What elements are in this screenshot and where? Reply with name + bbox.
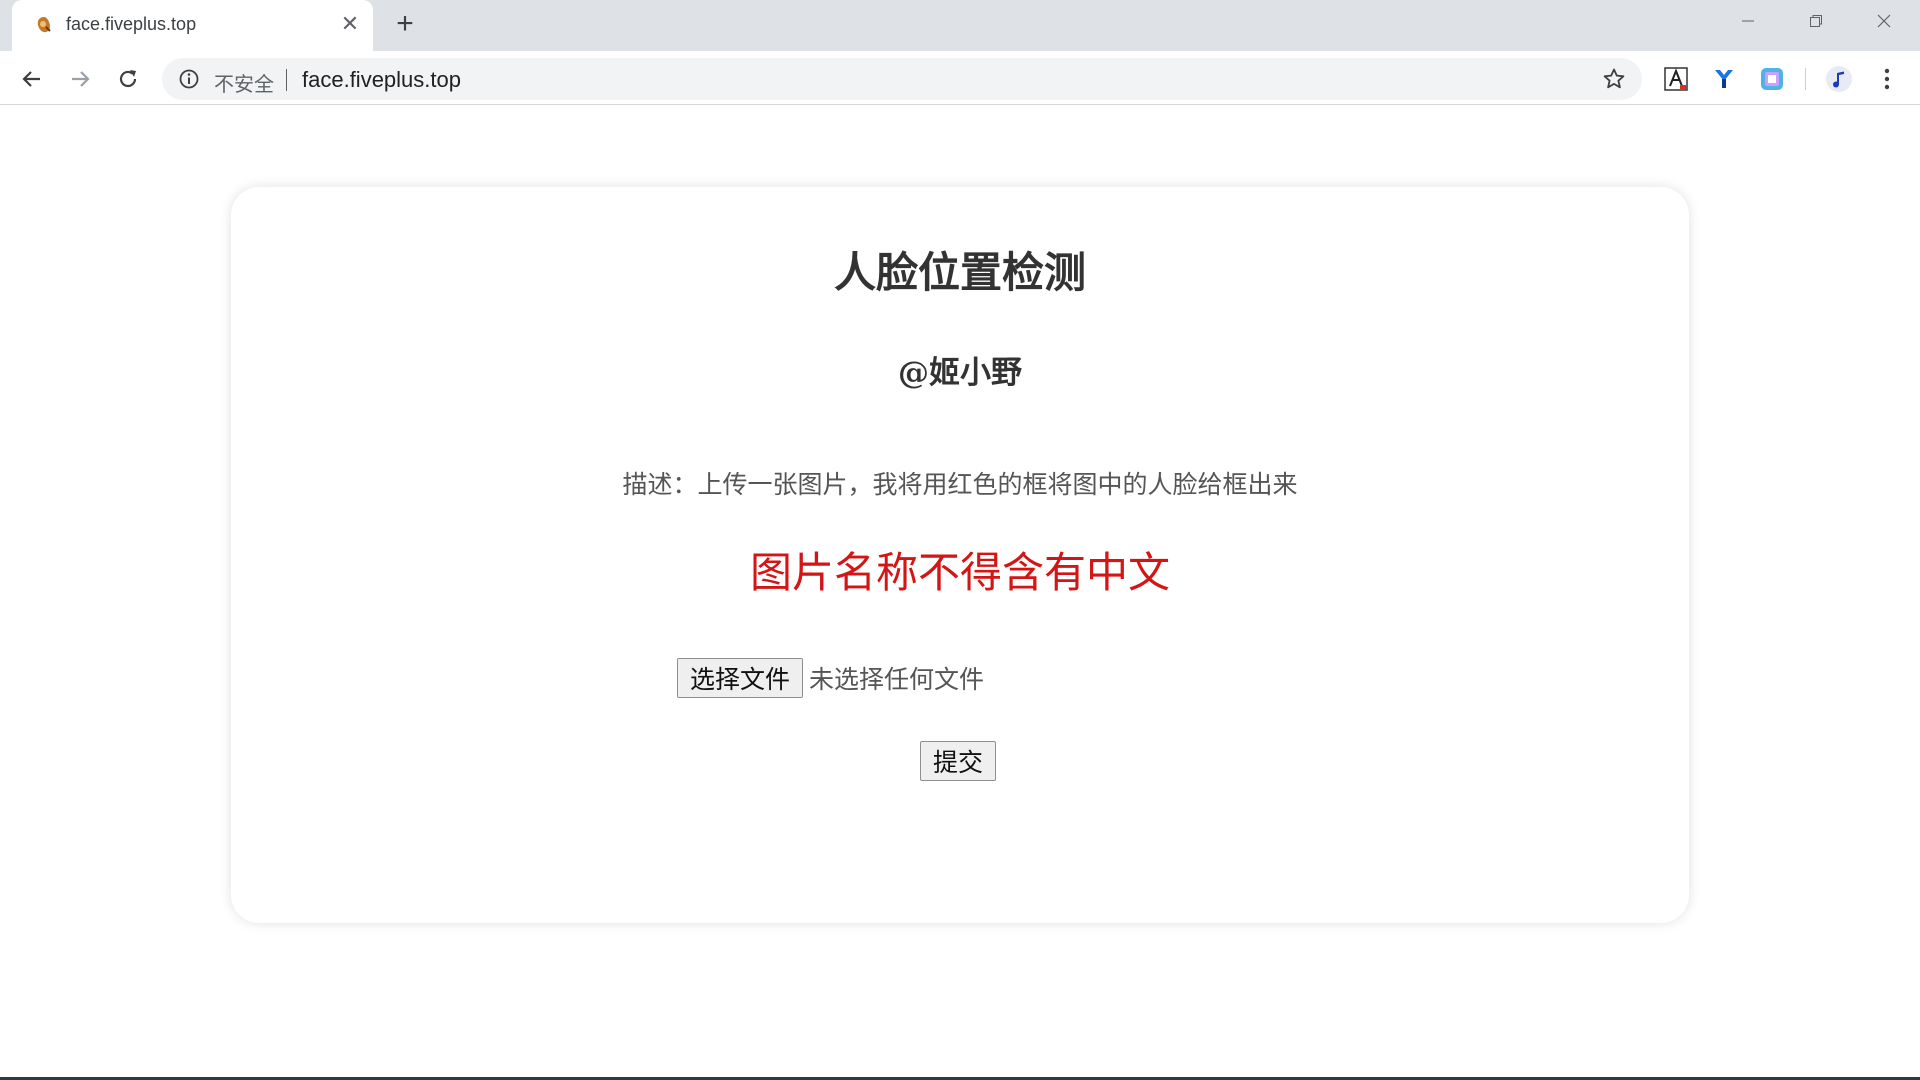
- choose-file-button[interactable]: 选择文件: [677, 658, 804, 698]
- security-label[interactable]: 不安全: [214, 68, 274, 97]
- translate-extension-button[interactable]: [1757, 64, 1787, 94]
- translate-extension-icon: [1761, 68, 1783, 90]
- content-card: 人脸位置检测 @姬小野 描述：上传一张图片，我将用红色的框将图中的人脸给框出来 …: [231, 187, 1689, 923]
- file-input[interactable]: 选择文件 未选择任何文件: [677, 658, 984, 698]
- warning-text: 图片名称不得含有中文: [749, 548, 1170, 597]
- y-extension-icon: [1715, 70, 1733, 88]
- author-label: @姬小野: [898, 355, 1022, 391]
- tab-strip: face.fiveplus.top ✕ +: [0, 0, 1920, 51]
- fiveplus-favicon-icon: [37, 17, 51, 33]
- restore-icon: [1810, 15, 1822, 27]
- tab-title: face.fiveplus.top: [66, 14, 197, 34]
- forward-button[interactable]: [65, 64, 95, 94]
- address-bar[interactable]: 不安全 face.fiveplus.top: [162, 58, 1642, 100]
- submit-button[interactable]: 提交: [920, 741, 997, 781]
- page-title: 人脸位置检测: [833, 248, 1086, 297]
- arrow-left-icon: [22, 71, 40, 87]
- restore-button[interactable]: [1782, 0, 1850, 42]
- close-window-button[interactable]: [1850, 0, 1918, 42]
- toolbar-divider: [1805, 68, 1806, 90]
- back-button[interactable]: [17, 64, 47, 94]
- browser-toolbar: 不安全 face.fiveplus.top: [0, 51, 1920, 105]
- url-text[interactable]: face.fiveplus.top: [302, 67, 461, 93]
- music-note-profile-icon: [1826, 66, 1852, 92]
- font-extension-button[interactable]: [1661, 64, 1691, 94]
- kebab-menu-icon: [1884, 68, 1890, 90]
- profile-button[interactable]: [1824, 64, 1854, 94]
- arrow-right-icon: [72, 71, 90, 87]
- tab-close-icon[interactable]: ✕: [337, 11, 363, 37]
- omnibox-separator: [286, 69, 287, 91]
- browser-menu-button[interactable]: [1872, 64, 1902, 94]
- font-a-extension-icon: [1664, 67, 1688, 91]
- description-text: 描述：上传一张图片，我将用红色的框将图中的人脸给框出来: [622, 470, 1298, 499]
- info-icon[interactable]: [178, 68, 200, 90]
- new-tab-button[interactable]: +: [390, 9, 420, 40]
- y-extension-button[interactable]: [1709, 64, 1739, 94]
- minimize-button[interactable]: [1714, 0, 1782, 42]
- reload-icon: [119, 70, 137, 88]
- close-icon: [1877, 14, 1891, 28]
- file-status-text: 未选择任何文件: [809, 665, 985, 694]
- browser-tab[interactable]: face.fiveplus.top ✕: [12, 0, 373, 51]
- minimize-icon: [1742, 20, 1754, 22]
- star-icon[interactable]: [1602, 67, 1626, 91]
- reload-button[interactable]: [113, 64, 143, 94]
